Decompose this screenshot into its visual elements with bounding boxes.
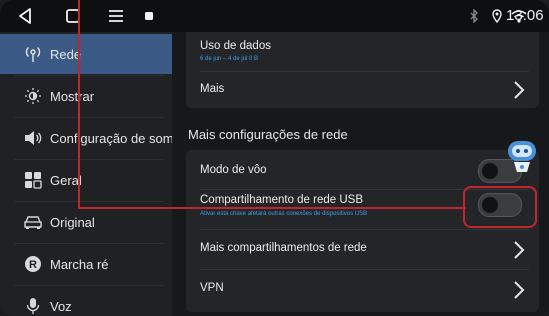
sidebar-item-voz[interactable]: Voz	[0, 286, 172, 316]
recent-apps-icon[interactable]	[105, 0, 127, 32]
settings-sidebar: Rede Mostrar Configuração de som Geral O…	[0, 32, 174, 316]
more-tethering-row[interactable]: Mais compartilhamentos de rede	[186, 230, 539, 268]
row-subtitle: 6 de jun – 4 de jul 0 B	[200, 56, 259, 62]
sidebar-item-rede[interactable]: Rede	[0, 34, 172, 74]
status-bar: 13:06	[0, 0, 549, 32]
sidebar-item-configuracao-de-som[interactable]: Configuração de som	[0, 118, 174, 158]
microphone-icon	[22, 295, 44, 316]
section-title: Mais configurações de rede	[188, 127, 348, 142]
data-card: Uso de dados 6 de jun – 4 de jul 0 B Mai…	[186, 32, 539, 108]
row-title: Modo de vôo	[200, 164, 267, 176]
sidebar-item-label: Marcha ré	[50, 256, 109, 272]
row-title: VPN	[200, 282, 224, 294]
brightness-icon	[22, 85, 44, 107]
sidebar-item-label: Configuração de som	[50, 130, 174, 146]
chevron-right-icon	[514, 81, 525, 99]
chevron-right-icon	[514, 281, 525, 299]
sidebar-item-label: Mostrar	[50, 88, 95, 104]
annotation-line-vertical	[78, 0, 80, 209]
row-subtitle: Ativar esta chave afetará outras conexõe…	[200, 211, 368, 217]
clock: 13:06	[506, 7, 544, 24]
svg-text:R: R	[29, 259, 37, 271]
speaker-icon	[22, 127, 44, 149]
more-row[interactable]: Mais	[186, 72, 539, 108]
notification-icon	[142, 0, 156, 32]
airplane-mode-row[interactable]: Modo de vôo	[186, 150, 539, 188]
grid-apps-icon	[22, 169, 44, 191]
chevron-right-icon	[514, 241, 525, 259]
screen: 13:06 Rede Mostrar Configuração de som G…	[0, 0, 549, 316]
network-antenna-icon	[22, 43, 44, 65]
sidebar-item-label: Rede	[50, 46, 82, 62]
vpn-row[interactable]: VPN	[186, 270, 539, 308]
sidebar-item-mostrar[interactable]: Mostrar	[0, 76, 172, 116]
toggle-knob	[482, 163, 498, 179]
annotation-line-horizontal	[78, 207, 466, 209]
network-settings-pane: Uso de dados 6 de jun – 4 de jul 0 B Mai…	[172, 32, 549, 316]
reverse-r-icon: R	[22, 253, 44, 275]
row-title: Uso de dados	[200, 40, 271, 52]
location-icon	[490, 0, 504, 32]
back-icon[interactable]	[14, 0, 36, 32]
row-title: Compartilhamento de rede USB	[200, 194, 363, 206]
network-options-card: Modo de vôo Compartilhamento de rede USB…	[186, 150, 539, 312]
home-icon[interactable]	[62, 0, 84, 32]
bluetooth-icon	[466, 0, 482, 32]
car-icon	[22, 211, 44, 233]
sidebar-item-geral[interactable]: Geral	[0, 160, 172, 200]
sidebar-item-marcha-re[interactable]: R Marcha ré	[0, 244, 172, 284]
robot-assistant-icon[interactable]	[505, 138, 539, 174]
sidebar-item-label: Voz	[50, 298, 72, 314]
sidebar-item-label: Original	[50, 214, 95, 230]
row-title: Mais	[200, 83, 225, 95]
row-title: Mais compartilhamentos de rede	[200, 242, 367, 254]
annotation-highlight-box	[463, 186, 537, 228]
data-usage-row[interactable]: Uso de dados 6 de jun – 4 de jul 0 B	[186, 32, 539, 70]
